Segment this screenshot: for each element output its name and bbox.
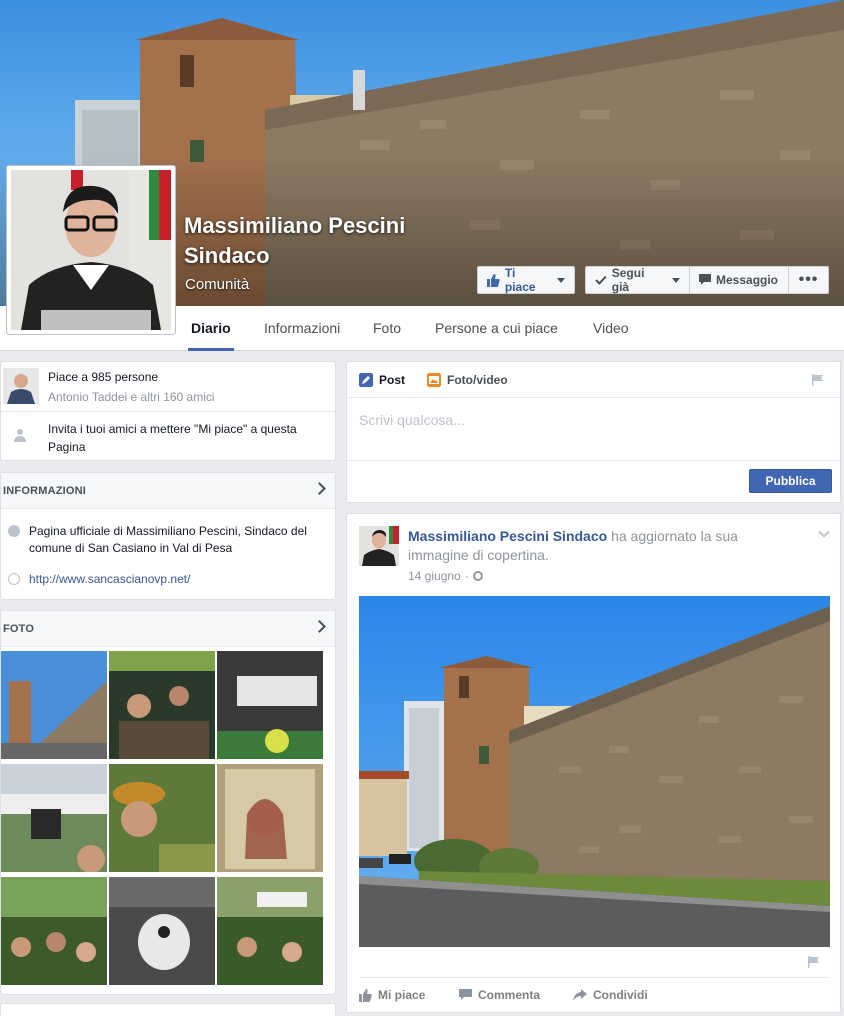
publish-button[interactable]: Pubblica	[749, 469, 832, 493]
flag-icon[interactable]	[812, 374, 824, 386]
photos-header[interactable]: FOTO	[1, 611, 335, 647]
chevron-down-icon	[672, 277, 680, 283]
message-icon	[699, 274, 711, 285]
composer-tab-photo-label: Foto/video	[447, 373, 508, 387]
profile-portrait	[11, 170, 171, 330]
post-meta: 14 giugno ·	[408, 569, 483, 583]
comment-label: Commenta	[478, 988, 541, 1002]
tab-persone[interactable]: Persone a cui piace	[435, 306, 558, 351]
composer-footer: Pubblica	[347, 460, 840, 502]
tab-informazioni[interactable]: Informazioni	[264, 306, 340, 351]
post-author-avatar[interactable]	[359, 526, 399, 566]
photo-thumbnail[interactable]	[109, 651, 215, 759]
post-header: Massimiliano Pescini Sindaco ha aggiorna…	[408, 527, 788, 565]
posts-on-page-card	[0, 1003, 336, 1016]
check-icon	[595, 275, 607, 285]
photo-thumbnail[interactable]	[1, 651, 107, 759]
post-date[interactable]: 14 giugno	[408, 569, 461, 583]
page-title[interactable]: Massimiliano Pescini Sindaco	[184, 211, 464, 271]
post-options-chevron-icon[interactable]	[818, 526, 830, 538]
friends-who-like[interactable]: Antonio Taddei e altri 160 amici	[48, 390, 215, 404]
tab-diario[interactable]: Diario	[188, 306, 234, 351]
composer-tabs: Post Foto/video	[347, 362, 840, 398]
post-photo[interactable]	[359, 596, 830, 947]
likes-row[interactable]: Piace a 985 persone Antonio Taddei e alt…	[1, 362, 335, 412]
friend-avatar[interactable]	[3, 368, 39, 404]
info-title: INFORMAZIONI	[3, 485, 87, 497]
likes-card: Piace a 985 persone Antonio Taddei e alt…	[0, 361, 336, 461]
post-photo-illustration	[359, 596, 830, 947]
photo-thumbnail[interactable]	[1, 877, 107, 985]
photo-thumbnail[interactable]	[217, 764, 323, 872]
composer-input[interactable]: Scrivi qualcosa...	[359, 412, 465, 428]
photo-thumbnail[interactable]	[1, 764, 107, 872]
meta-separator: ·	[464, 569, 469, 583]
photo-thumbnail[interactable]	[217, 651, 323, 759]
add-friend-icon	[14, 429, 26, 442]
page-description: Pagina ufficiale di Massimiliano Pescini…	[29, 524, 307, 555]
chevron-right-icon	[313, 620, 326, 633]
tab-foto[interactable]: Foto	[373, 306, 401, 351]
composer-tab-post-label: Post	[379, 373, 406, 387]
follow-button[interactable]: Segui già	[585, 266, 690, 294]
like-post-label: Mi piace	[378, 988, 426, 1002]
share-icon	[573, 989, 587, 1001]
like-page-button[interactable]: Ti piace	[477, 266, 575, 294]
like-post-button[interactable]: Mi piace	[359, 988, 425, 1002]
globe-icon	[8, 573, 20, 585]
message-button[interactable]: Messaggio	[689, 266, 789, 294]
photo-icon	[427, 373, 441, 387]
photos-card: FOTO	[0, 610, 336, 995]
chevron-right-icon	[313, 482, 326, 495]
photo-thumbnail[interactable]	[109, 877, 215, 985]
share-button[interactable]: Condividi	[573, 988, 648, 1002]
timeline-post: Massimiliano Pescini Sindaco ha aggiorna…	[346, 513, 841, 1013]
more-icon: •••	[798, 271, 819, 288]
composer-tab-photo[interactable]: Foto/video	[427, 373, 508, 387]
photo-thumbnail[interactable]	[109, 764, 215, 872]
chevron-down-icon	[557, 277, 565, 283]
message-label: Messaggio	[716, 273, 779, 287]
page-category[interactable]: Comunità	[185, 276, 249, 293]
follow-label: Segui già	[611, 266, 645, 294]
comment-icon	[459, 989, 472, 1000]
likes-count[interactable]: Piace a 985 persone	[48, 370, 158, 384]
more-options-button[interactable]: •••	[788, 266, 829, 294]
tab-video[interactable]: Video	[593, 306, 629, 351]
post-actions: Mi piace Commenta Condividi	[359, 977, 830, 1013]
invite-friends-link[interactable]: Invita i tuoi amici a mettere "Mi piace"…	[48, 420, 318, 456]
website-link[interactable]: http://www.sancascianovp.net/	[29, 572, 190, 586]
share-label: Condividi	[593, 988, 648, 1002]
post-author-link[interactable]: Massimiliano Pescini Sindaco	[408, 528, 607, 544]
info-header[interactable]: INFORMAZIONI	[1, 473, 335, 509]
photo-thumbnail[interactable]	[217, 877, 323, 985]
profile-picture[interactable]	[6, 165, 176, 335]
pencil-icon	[359, 373, 373, 387]
like-page-label: Ti piace	[504, 266, 536, 294]
info-card: INFORMAZIONI Pagina ufficiale di Massimi…	[0, 472, 336, 600]
composer-tab-post[interactable]: Post	[359, 373, 405, 387]
comment-button[interactable]: Commenta	[459, 988, 540, 1002]
thumbs-up-icon	[487, 273, 500, 287]
thumbs-up-icon	[359, 988, 372, 1002]
info-icon	[8, 525, 20, 537]
flag-icon[interactable]	[808, 956, 820, 968]
post-composer: Post Foto/video Scrivi qualcosa... Pubbl…	[346, 361, 841, 503]
photos-title: FOTO	[3, 623, 35, 635]
globe-icon[interactable]	[472, 571, 483, 581]
